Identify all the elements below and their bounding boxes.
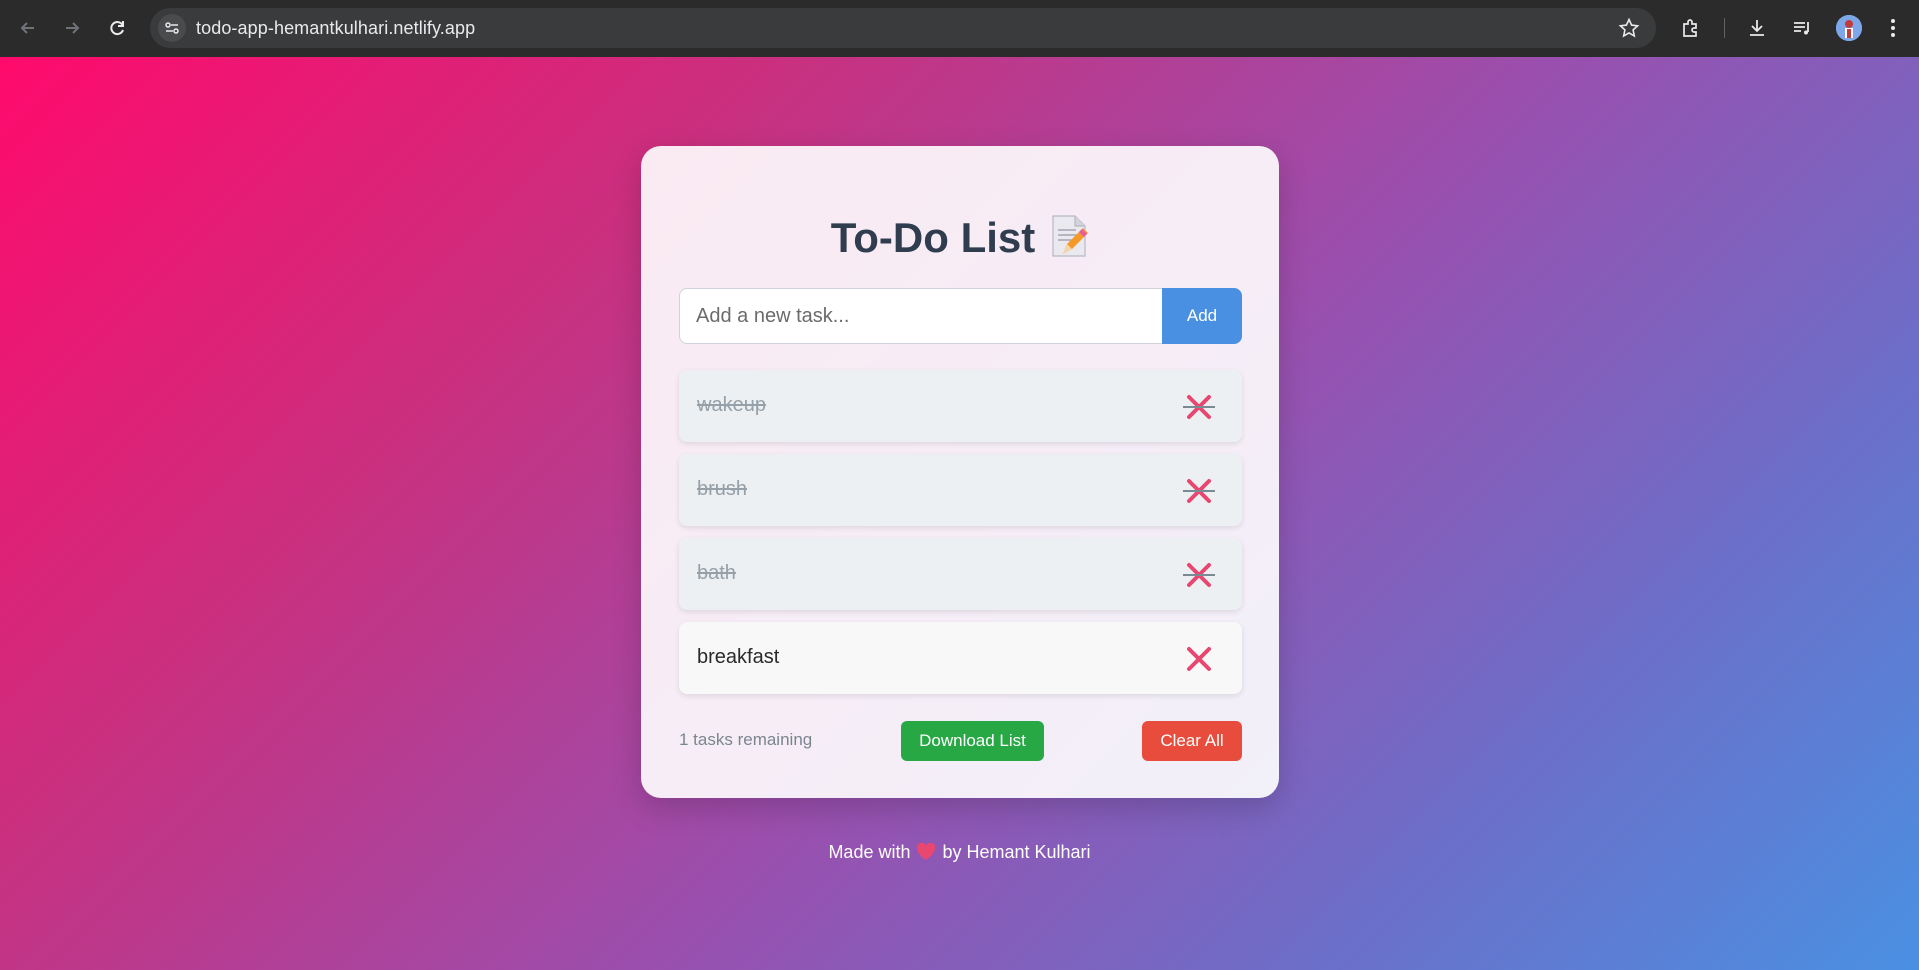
- close-icon: [1183, 476, 1215, 506]
- new-task-input[interactable]: [679, 288, 1163, 344]
- close-icon: [1183, 392, 1215, 422]
- download-list-button[interactable]: Download List: [901, 721, 1044, 761]
- reload-icon[interactable]: [102, 13, 132, 43]
- delete-task-button[interactable]: [1183, 476, 1215, 506]
- tasks-remaining-count: 1 tasks remaining: [679, 730, 813, 749]
- back-icon[interactable]: [13, 13, 43, 43]
- delete-task-button[interactable]: [1184, 644, 1214, 674]
- site-info-icon[interactable]: [158, 14, 186, 42]
- task-text[interactable]: breakfast: [697, 646, 779, 669]
- url-text[interactable]: todo-app-hemantkulhari.netlify.app: [196, 18, 475, 39]
- page-title: To-Do List: [641, 214, 1279, 262]
- task-item[interactable]: wakeup: [679, 370, 1242, 442]
- page-background: To-Do List Add wakeup: [0, 57, 1919, 970]
- task-text[interactable]: wakeup: [697, 394, 766, 417]
- todo-card: To-Do List Add wakeup: [641, 146, 1279, 798]
- browser-toolbar: todo-app-hemantkulhari.netlify.app: [0, 0, 1919, 57]
- heart-icon: [916, 842, 936, 861]
- close-icon: [1183, 560, 1215, 590]
- footer-prefix: Made with: [828, 842, 911, 862]
- task-text[interactable]: brush: [697, 478, 747, 501]
- footer: Made with by Hemant Kulhari: [0, 842, 1919, 863]
- task-item[interactable]: bath: [679, 538, 1242, 610]
- clear-all-button[interactable]: Clear All: [1142, 721, 1242, 761]
- delete-task-button[interactable]: [1183, 392, 1215, 422]
- task-text[interactable]: bath: [697, 562, 736, 585]
- profile-avatar[interactable]: [1836, 15, 1862, 41]
- task-item[interactable]: breakfast: [679, 622, 1242, 694]
- title-text: To-Do List: [830, 214, 1036, 261]
- extensions-icon[interactable]: [1677, 14, 1705, 42]
- toolbar-divider: [1724, 18, 1725, 38]
- download-icon[interactable]: [1743, 14, 1771, 42]
- task-item[interactable]: brush: [679, 454, 1242, 526]
- media-icon[interactable]: [1788, 14, 1816, 42]
- star-icon[interactable]: [1618, 17, 1640, 44]
- memo-icon: [1049, 214, 1089, 258]
- menu-icon[interactable]: [1879, 14, 1907, 42]
- close-icon: [1183, 644, 1215, 674]
- forward-icon[interactable]: [57, 13, 87, 43]
- address-bar[interactable]: todo-app-hemantkulhari.netlify.app: [150, 8, 1656, 48]
- add-button[interactable]: Add: [1162, 288, 1242, 344]
- delete-task-button[interactable]: [1183, 560, 1215, 590]
- footer-author: by Hemant Kulhari: [942, 842, 1091, 862]
